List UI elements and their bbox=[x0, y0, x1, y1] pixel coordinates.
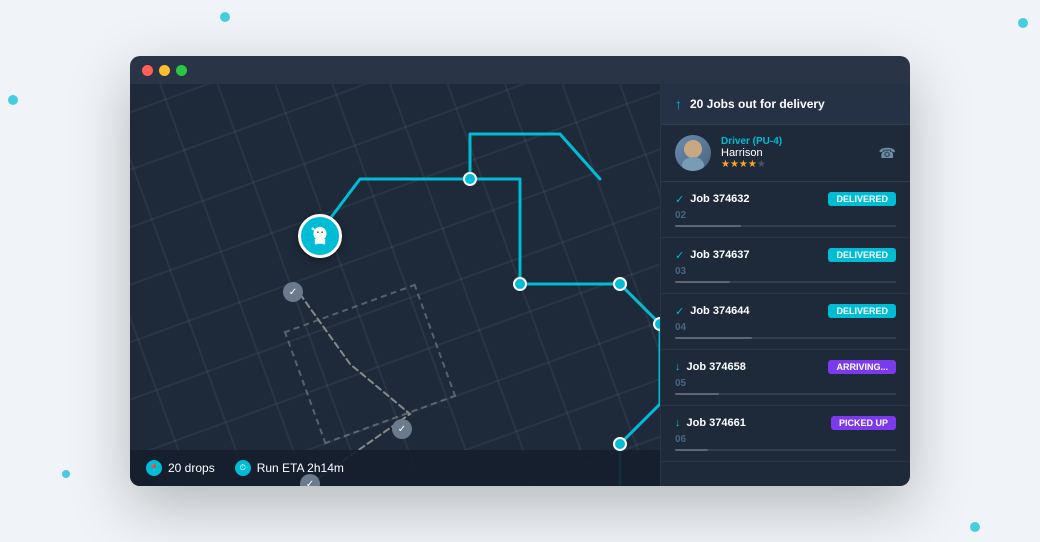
waypoint-5 bbox=[613, 437, 627, 451]
close-button[interactable] bbox=[142, 65, 153, 76]
job-icon-2: ✓ bbox=[675, 305, 684, 318]
phone-button[interactable]: ☎ bbox=[879, 145, 896, 162]
job-icon-3: ↓ bbox=[675, 361, 681, 373]
map-bottom-bar: 📍 20 drops ⏱ Run ETA 2h14m bbox=[130, 450, 660, 486]
llama-icon bbox=[307, 223, 333, 249]
deco-dot-6 bbox=[62, 470, 70, 478]
deco-dot-5 bbox=[970, 522, 980, 532]
job-seq-2: 04 bbox=[675, 322, 896, 333]
deco-dot-3 bbox=[8, 95, 18, 105]
map-area: ✓ ✓ ✓ 📍 20 drops ⏱ Run ETA 2h14m bbox=[130, 84, 660, 486]
jobs-list: ✓ Job 374632 Delivered 02 ✓ Job 374637 D… bbox=[661, 182, 910, 462]
job-item-3[interactable]: ↓ Job 374658 Arriving... 05 bbox=[661, 350, 910, 406]
deco-dot-1 bbox=[220, 12, 230, 22]
job-bar-fill-0 bbox=[675, 225, 741, 227]
eta-stat: ⏱ Run ETA 2h14m bbox=[235, 460, 344, 476]
driver-marker bbox=[298, 214, 342, 258]
drops-label: 20 drops bbox=[168, 461, 215, 475]
driver-stars: ★★★★★ bbox=[721, 159, 869, 170]
job-bar-fill-2 bbox=[675, 337, 752, 339]
title-bar bbox=[130, 56, 910, 84]
job-badge-0: Delivered bbox=[828, 192, 896, 206]
sidebar: ↑ 20 Jobs out for delivery Driver (PU-4) bbox=[660, 84, 910, 486]
job-badge-1: Delivered bbox=[828, 248, 896, 262]
job-bar-fill-4 bbox=[675, 449, 708, 451]
job-bar-fill-1 bbox=[675, 281, 730, 283]
minimize-button[interactable] bbox=[159, 65, 170, 76]
driver-avatar-svg bbox=[675, 135, 711, 171]
job-id-3: Job 374658 bbox=[687, 361, 746, 373]
waypoint-check-1: ✓ bbox=[283, 282, 303, 302]
app-content: ✓ ✓ ✓ 📍 20 drops ⏱ Run ETA 2h14m bbox=[130, 84, 910, 486]
job-item-2[interactable]: ✓ Job 374644 Delivered 04 bbox=[661, 294, 910, 350]
job-bar-0 bbox=[675, 225, 896, 227]
jobs-header-icon: ↑ bbox=[675, 96, 682, 112]
job-bar-2 bbox=[675, 337, 896, 339]
job-id-0: Job 374632 bbox=[690, 193, 749, 205]
maximize-button[interactable] bbox=[176, 65, 187, 76]
waypoint-4 bbox=[653, 317, 660, 331]
job-seq-3: 05 bbox=[675, 378, 896, 389]
app-window: ✓ ✓ ✓ 📍 20 drops ⏱ Run ETA 2h14m bbox=[130, 56, 910, 486]
driver-avatar-inner bbox=[675, 135, 711, 171]
waypoint-3 bbox=[613, 277, 627, 291]
driver-name: Harrison bbox=[721, 147, 869, 159]
driver-avatar bbox=[675, 135, 711, 171]
job-item-4[interactable]: ↓ Job 374661 Picked up 06 bbox=[661, 406, 910, 462]
job-id-1: Job 374637 bbox=[690, 249, 749, 261]
job-seq-1: 03 bbox=[675, 266, 896, 277]
job-id-2: Job 374644 bbox=[690, 305, 749, 317]
driver-details: Driver (PU-4) Harrison ★★★★★ bbox=[721, 136, 869, 170]
job-bar-1 bbox=[675, 281, 896, 283]
job-seq-4: 06 bbox=[675, 434, 896, 445]
job-id-4: Job 374661 bbox=[687, 417, 746, 429]
drops-icon: 📍 bbox=[146, 460, 162, 476]
job-icon-4: ↓ bbox=[675, 417, 681, 429]
jobs-header-text: 20 Jobs out for delivery bbox=[690, 97, 825, 111]
job-bar-fill-3 bbox=[675, 393, 719, 395]
drops-stat: 📍 20 drops bbox=[146, 460, 215, 476]
waypoint-2 bbox=[513, 277, 527, 291]
job-badge-3: Arriving... bbox=[828, 360, 896, 374]
jobs-header: ↑ 20 Jobs out for delivery bbox=[661, 84, 910, 125]
driver-info: Driver (PU-4) Harrison ★★★★★ ☎ bbox=[661, 125, 910, 182]
job-icon-0: ✓ bbox=[675, 193, 684, 206]
job-badge-4: Picked up bbox=[831, 416, 896, 430]
waypoint-1 bbox=[463, 172, 477, 186]
job-item-0[interactable]: ✓ Job 374632 Delivered 02 bbox=[661, 182, 910, 238]
eta-icon: ⏱ bbox=[235, 460, 251, 476]
job-bar-4 bbox=[675, 449, 896, 451]
job-icon-1: ✓ bbox=[675, 249, 684, 262]
driver-role-label: Driver (PU-4) bbox=[721, 136, 869, 147]
job-item-1[interactable]: ✓ Job 374637 Delivered 03 bbox=[661, 238, 910, 294]
job-badge-2: Delivered bbox=[828, 304, 896, 318]
job-seq-0: 02 bbox=[675, 210, 896, 221]
eta-label: Run ETA 2h14m bbox=[257, 461, 344, 475]
deco-dot-2 bbox=[1018, 18, 1028, 28]
waypoint-check-2: ✓ bbox=[392, 419, 412, 439]
job-bar-3 bbox=[675, 393, 896, 395]
